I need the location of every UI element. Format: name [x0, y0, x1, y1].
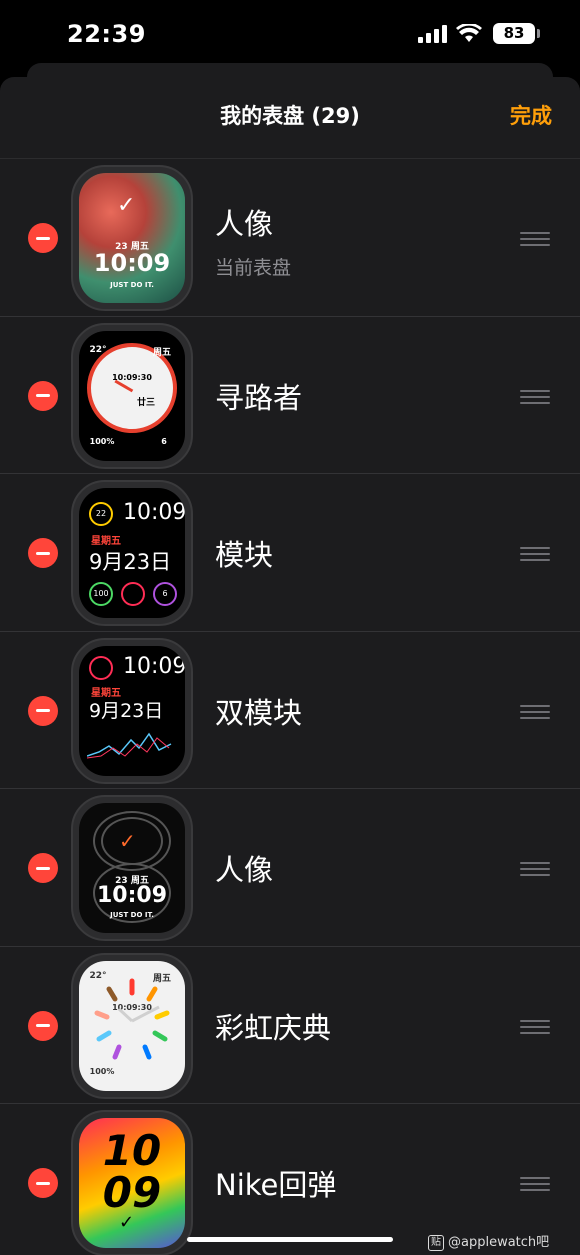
list-item: 22° 周五 10:09:30 100% 彩虹庆典	[0, 945, 580, 1104]
face-name: 人像	[215, 853, 274, 887]
list-item: ✓ 23 周五 10:09 JUST DO IT. 人像 当前表盘	[0, 158, 580, 316]
reorder-handle-icon[interactable]	[520, 232, 550, 246]
reorder-handle-icon[interactable]	[520, 1019, 550, 1034]
watch-face-thumbnail[interactable]: 22° 周五 10:09:30 廿三 100% 6	[71, 322, 193, 469]
watch-face-thumbnail[interactable]: ✓ 23 周五 10:09 JUST DO IT.	[71, 795, 193, 941]
list-item: ✓ 23 周五 10:09 JUST DO IT. 人像	[0, 788, 580, 946]
face-name: 模块	[215, 538, 274, 572]
remove-button[interactable]	[28, 538, 58, 568]
nike-swoosh-icon: ✓	[119, 829, 136, 853]
nike-swoosh-icon: ✓	[117, 193, 136, 218]
done-button[interactable]: 完成	[510, 100, 552, 130]
watch-face-thumbnail[interactable]: 10:09 星期五 9月23日	[71, 637, 193, 784]
face-name: 双模块	[215, 695, 303, 730]
rainbow-markers	[94, 978, 170, 1059]
face-name: Nike回弹	[215, 1168, 337, 1202]
remove-button[interactable]	[28, 853, 58, 883]
watch-face-thumbnail[interactable]: 22 10:09 星期五 9月23日 100 6	[71, 480, 193, 626]
list-item: 22° 周五 10:09:30 廿三 100% 6 寻路者	[0, 315, 580, 474]
remove-button[interactable]	[28, 380, 58, 411]
reorder-handle-icon[interactable]	[520, 862, 550, 876]
remove-button[interactable]	[28, 223, 58, 253]
watermark: 贴 @applewatch吧	[428, 1231, 549, 1251]
cellular-signal-icon	[418, 25, 447, 43]
watch-face-thumbnail[interactable]: 22° 周五 10:09:30 100%	[71, 952, 193, 1099]
status-bar: 22:39 83	[0, 0, 580, 70]
forum-icon: 贴	[428, 1234, 444, 1251]
watch-face-thumbnail[interactable]: ✓ 23 周五 10:09 JUST DO IT.	[71, 165, 193, 311]
face-name: 寻路者	[215, 380, 303, 415]
reorder-handle-icon[interactable]	[520, 1177, 550, 1191]
battery-icon: 83	[493, 23, 535, 44]
watch-face-thumbnail[interactable]: 10 09 ✓	[71, 1110, 193, 1255]
reorder-handle-icon[interactable]	[520, 547, 550, 561]
activity-rings-icon	[89, 655, 113, 680]
heart-rate-chart	[87, 732, 172, 758]
nike-swoosh-icon: ✓	[119, 1212, 135, 1233]
battery-tip	[537, 29, 540, 38]
page-title: 我的表盘 (29)	[220, 104, 360, 128]
activity-rings-icon	[121, 582, 145, 606]
wifi-icon	[456, 24, 482, 42]
current-face-label: 当前表盘	[215, 257, 292, 279]
remove-button[interactable]	[28, 1168, 58, 1198]
status-time: 22:39	[67, 20, 146, 48]
remove-button[interactable]	[28, 695, 58, 726]
remove-button[interactable]	[28, 1010, 58, 1041]
list-item: 22 10:09 星期五 9月23日 100 6 模块	[0, 473, 580, 631]
reorder-handle-icon[interactable]	[520, 389, 550, 404]
face-name: 彩虹庆典	[215, 1010, 332, 1045]
list-item: 10:09 星期五 9月23日 双模块	[0, 630, 580, 789]
watch-face-list: ✓ 23 周五 10:09 JUST DO IT. 人像 当前表盘 22° 周五…	[0, 158, 580, 1255]
home-indicator[interactable]	[187, 1237, 393, 1242]
face-name: 人像	[215, 207, 274, 241]
reorder-handle-icon[interactable]	[520, 704, 550, 719]
